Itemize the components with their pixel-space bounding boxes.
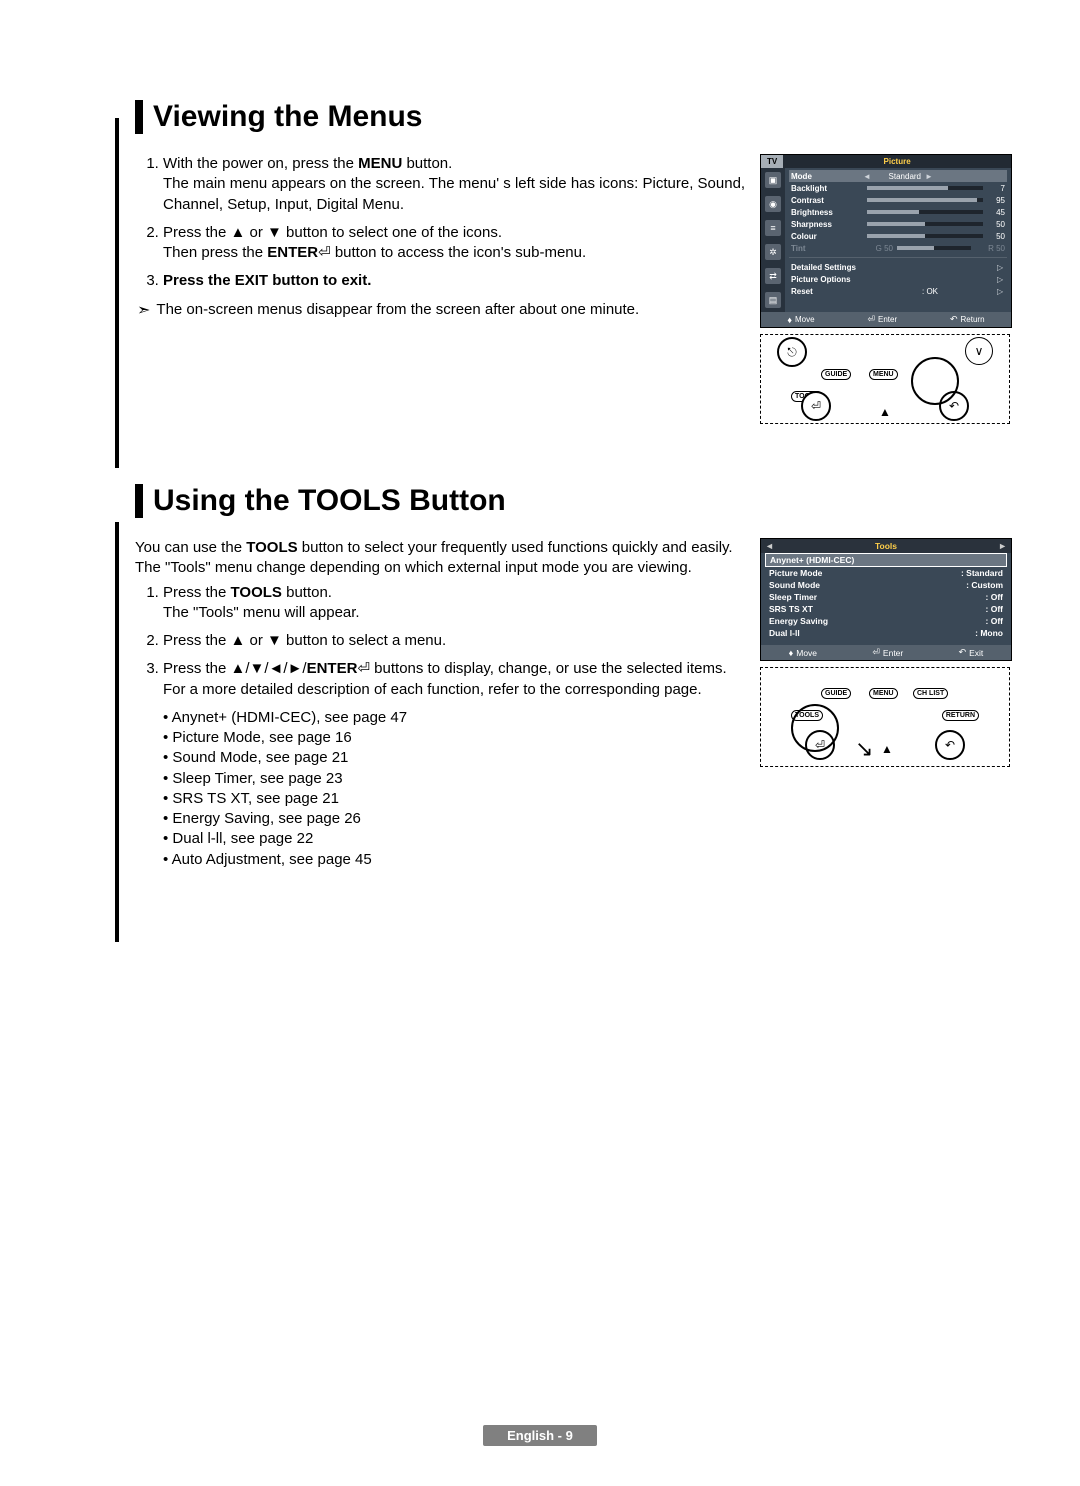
tools-row: Picture ModeStandard bbox=[761, 567, 1011, 579]
osd-title: Picture bbox=[783, 155, 1011, 168]
menu-button: MENU bbox=[869, 688, 898, 699]
osd-tools-menu: ◄ Tools ► Anynet+ (HDMI-CEC) Picture Mod… bbox=[760, 538, 1012, 661]
list-item: Energy Saving, see page 26 bbox=[163, 809, 750, 829]
nav-down-icon: ∨ bbox=[965, 337, 993, 365]
setup-icon: ✲ bbox=[765, 244, 781, 260]
step-3: Press the EXIT button to exit. bbox=[163, 271, 750, 291]
osd-footer: ♦Move ⏎Enter ↶Return bbox=[761, 312, 1011, 327]
heading-accent bbox=[135, 484, 143, 518]
input-icon: ⇄ bbox=[765, 268, 781, 284]
digital-icon: ▤ bbox=[765, 292, 781, 308]
up-arrow-icon: ▲ bbox=[879, 405, 891, 419]
osd-row-mode: Mode ◄ Standard ► bbox=[789, 170, 1007, 182]
section-tools-button: Using the TOOLS Button You can use the T… bbox=[135, 484, 1020, 870]
osd-tv-label: TV bbox=[761, 155, 783, 168]
heading-accent bbox=[135, 100, 143, 134]
osd-row-colour: Colour 50 bbox=[789, 230, 1007, 242]
chlist-button: CH LIST bbox=[913, 688, 948, 699]
power-button-icon: ⎋ bbox=[777, 337, 807, 367]
chevron-left-icon: ◄ bbox=[863, 172, 871, 181]
chevron-right-icon: ► bbox=[998, 541, 1007, 551]
return-button-icon: ↶ bbox=[935, 730, 965, 760]
remote-illustration-1: ⎋ ∨ GUIDE MENU TOOLS ⏎ ↶ ▲ bbox=[760, 334, 1010, 424]
enter-icon: ⏎ bbox=[867, 314, 875, 325]
osd-row-sharpness: Sharpness 50 bbox=[789, 218, 1007, 230]
tools-row-anynet: Anynet+ (HDMI-CEC) bbox=[765, 553, 1007, 567]
enter-icon: ⏎ bbox=[872, 647, 880, 658]
osd-row-detailed: Detailed Settings ▷ bbox=[789, 261, 1007, 273]
guide-button: GUIDE bbox=[821, 369, 851, 380]
chevron-right-icon: ► bbox=[925, 172, 933, 181]
remote-illustration-2: GUIDE MENU CH LIST TOOLS RETURN ⏎ ↶ ▲ ↘ bbox=[760, 667, 1010, 767]
picture-icon: ▣ bbox=[765, 172, 781, 188]
note-icon: ➣ bbox=[137, 300, 150, 322]
chevron-right-icon: ▷ bbox=[997, 287, 1005, 296]
osd-row-contrast: Contrast 95 bbox=[789, 194, 1007, 206]
channel-icon: ≡ bbox=[765, 220, 781, 236]
osd-icon-rail: ▣ ◉ ≡ ✲ ⇄ ▤ bbox=[761, 168, 785, 312]
tools-row: Sound ModeCustom bbox=[761, 579, 1011, 591]
callout-circle bbox=[791, 704, 839, 752]
osd-row-tint: Tint G 50 R 50 bbox=[789, 242, 1007, 254]
sound-icon: ◉ bbox=[765, 196, 781, 212]
osd-row-reset: Reset : OK ▷ bbox=[789, 285, 1007, 297]
section-title: Using the TOOLS Button bbox=[153, 484, 506, 518]
list-item: Dual l-ll, see page 22 bbox=[163, 829, 750, 849]
section-rule bbox=[115, 522, 119, 942]
enter-icon: ⏎ bbox=[318, 244, 331, 261]
list-item: SRS TS XT, see page 21 bbox=[163, 789, 750, 809]
section-rule bbox=[115, 118, 119, 468]
chevron-right-icon: ▷ bbox=[997, 263, 1005, 272]
step-1: With the power on, press the MENU button… bbox=[163, 154, 750, 215]
guide-button: GUIDE bbox=[821, 688, 851, 699]
list-item: Sound Mode, see page 21 bbox=[163, 748, 750, 768]
enter-icon: ⏎ bbox=[357, 660, 370, 677]
tools-row: SRS TS XTOff bbox=[761, 603, 1011, 615]
page-footer: English - 9 bbox=[0, 1425, 1080, 1446]
tools-row: Dual l-llMono bbox=[761, 627, 1011, 639]
step-1: Press the TOOLS button. The "Tools" menu… bbox=[163, 583, 750, 624]
tools-row: Energy SavingOff bbox=[761, 615, 1011, 627]
move-icon: ♦ bbox=[789, 648, 794, 658]
step-3: Press the ▲/▼/◄/►/ENTER⏎ buttons to disp… bbox=[163, 659, 750, 700]
osd-row-picopt: Picture Options ▷ bbox=[789, 273, 1007, 285]
osd-row-backlight: Backlight 7 bbox=[789, 182, 1007, 194]
list-item: Picture Mode, see page 16 bbox=[163, 728, 750, 748]
move-icon: ♦ bbox=[787, 315, 792, 325]
section-title: Viewing the Menus bbox=[153, 100, 423, 134]
return-icon: ↶ bbox=[950, 314, 958, 325]
exit-icon: ↶ bbox=[959, 647, 967, 658]
osd-picture-menu: TV Picture ▣ ◉ ≡ ✲ ⇄ ▤ bbox=[760, 154, 1012, 328]
osd-title: Tools bbox=[774, 541, 998, 551]
up-arrow-icon: ▲ bbox=[881, 742, 893, 756]
enter-button-icon: ⏎ bbox=[801, 391, 831, 421]
chevron-left-icon: ◄ bbox=[765, 541, 774, 551]
instruction-text: With the power on, press the MENU button… bbox=[135, 154, 750, 321]
step-2: Press the ▲ or ▼ button to select one of… bbox=[163, 223, 750, 264]
note: ➣ The on-screen menus disappear from the… bbox=[135, 300, 750, 322]
list-item: Sleep Timer, see page 23 bbox=[163, 769, 750, 789]
list-item: Anynet+ (HDMI-CEC), see page 47 bbox=[163, 708, 750, 728]
page-number: English - 9 bbox=[483, 1425, 597, 1446]
manual-page: Viewing the Menus With the power on, pre… bbox=[0, 0, 1080, 1486]
reference-list: Anynet+ (HDMI-CEC), see page 47 Picture … bbox=[163, 708, 750, 870]
instruction-text: You can use the TOOLS button to select y… bbox=[135, 538, 750, 870]
return-button: RETURN bbox=[942, 710, 979, 721]
chevron-right-icon: ▷ bbox=[997, 275, 1005, 284]
list-item: Auto Adjustment, see page 45 bbox=[163, 850, 750, 870]
step-2: Press the ▲ or ▼ button to select a menu… bbox=[163, 631, 750, 651]
callout-circle bbox=[911, 357, 959, 405]
osd-list: Mode ◄ Standard ► Backlight 7 bbox=[785, 168, 1011, 312]
osd-footer: ♦Move ⏎Enter ↶Exit bbox=[761, 645, 1011, 660]
osd-row-brightness: Brightness 45 bbox=[789, 206, 1007, 218]
section-viewing-menus: Viewing the Menus With the power on, pre… bbox=[135, 100, 1020, 424]
nav-arrow: ↘ bbox=[855, 736, 873, 762]
menu-button: MENU bbox=[869, 369, 898, 380]
tools-row: Sleep TimerOff bbox=[761, 591, 1011, 603]
